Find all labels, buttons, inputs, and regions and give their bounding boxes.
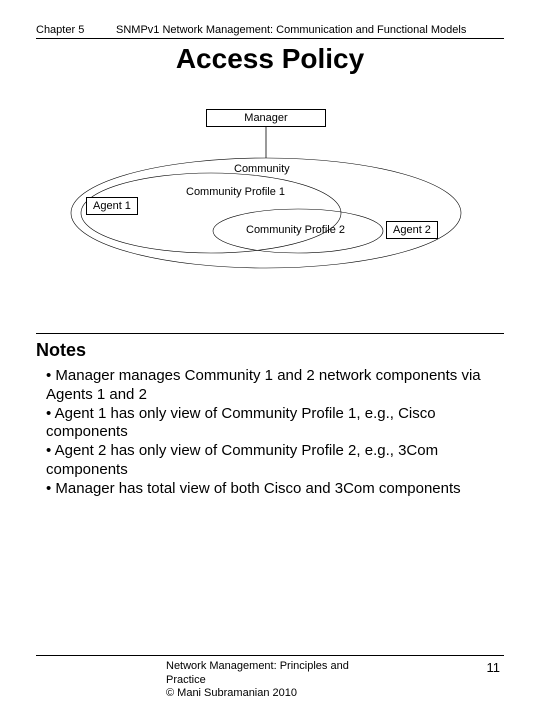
page-number: 11 — [487, 660, 501, 675]
cp1-label: Community Profile 1 — [186, 186, 285, 198]
notes-heading: Notes — [36, 340, 504, 361]
header-row: Chapter 5 SNMPv1 Network Management: Com… — [36, 24, 504, 39]
agent2-box: Agent 2 — [386, 221, 438, 239]
note-bullet: • Agent 1 has only view of Community Pro… — [46, 405, 504, 443]
note-text: Agent 1 has only view of Community Profi… — [46, 405, 436, 441]
footer-line2: Practice — [166, 674, 349, 687]
manager-box: Manager — [206, 109, 326, 127]
chapter-label: Chapter 5 — [36, 24, 116, 36]
note-text: Manager manages Community 1 and 2 networ… — [46, 367, 481, 403]
chapter-subtitle: SNMPv1 Network Management: Communication… — [116, 24, 504, 36]
page-title: Access Policy — [36, 43, 504, 75]
footer-line1: Network Management: Principles and — [166, 660, 349, 673]
note-text: Manager has total view of both Cisco and… — [55, 480, 460, 497]
cp2-label: Community Profile 2 — [246, 224, 345, 236]
footer-text: Network Management: Principles and Pract… — [166, 660, 349, 700]
note-text: Agent 2 has only view of Community Profi… — [46, 442, 438, 478]
notes-body: • Manager manages Community 1 and 2 netw… — [36, 367, 504, 498]
footer-line3: © Mani Subramanian 2010 — [166, 687, 349, 700]
agent1-box: Agent 1 — [86, 197, 138, 215]
note-bullet: • Agent 2 has only view of Community Pro… — [46, 442, 504, 480]
manager-label: Manager — [244, 112, 287, 124]
community-label: Community — [234, 163, 290, 175]
notes-divider — [36, 333, 504, 334]
note-bullet: • Manager manages Community 1 and 2 netw… — [46, 367, 504, 405]
diagram: Manager Community Agent 1 Community Prof… — [36, 93, 504, 273]
note-bullet: • Manager has total view of both Cisco a… — [46, 480, 504, 499]
agent1-label: Agent 1 — [93, 200, 131, 212]
footer: Network Management: Principles and Pract… — [36, 655, 504, 700]
agent2-label: Agent 2 — [393, 224, 431, 236]
